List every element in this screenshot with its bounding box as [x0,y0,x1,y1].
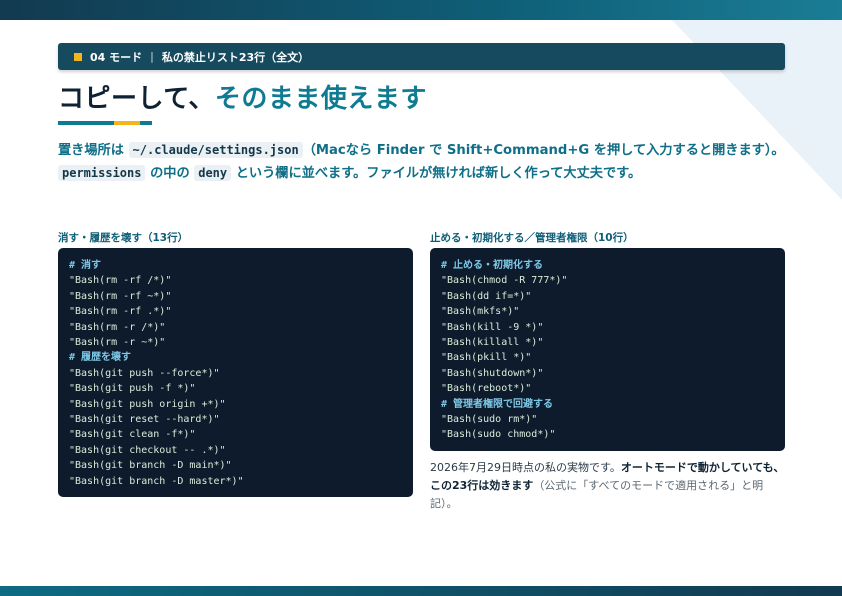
code-line: "Bash(rm -r /*)" [69,321,166,333]
title-underline [58,121,152,125]
code-line: "Bash(kill -9 *)" [441,321,544,333]
code-line: "Bash(sudo chmod*)" [441,429,556,441]
intro-text-2: （Macなら Finder で Shift+Command+G を押して入力する… [302,143,785,158]
section-number: 04 モード [90,50,143,64]
title-accent: そのまま使えます [214,84,427,114]
underline-segment-teal [58,121,114,125]
left-panel-label: 消す・履歴を壊す（13行） [58,232,189,244]
code-line: "Bash(git branch -D master*)" [69,475,244,487]
code-line: "Bash(git push -f *)" [69,383,196,395]
page-title: コピーして、そのまま使えます [58,78,427,115]
header-separator: | [150,50,154,63]
code-line: "Bash(rm -rf .*)" [69,306,172,318]
code-line: "Bash(reboot*)" [441,383,532,395]
left-code-panel: # 消す "Bash(rm -rf /*)" "Bash(rm -rf ~*)" "B… [58,248,413,497]
code-line: "Bash(chmod -R 777*)" [441,275,568,287]
code-line: "Bash(pkill *)" [441,352,532,364]
bottom-accent-bar [0,586,842,596]
intro-text-4: という欄に並べます。ファイルが無ければ新しく作って大丈夫です。 [231,166,642,181]
code-comment-line: # 管理者権限で回避する [441,398,554,410]
code-line: "Bash(git checkout -- .*)" [69,444,226,456]
settings-path-code: ~/.claude/settings.json [128,142,303,158]
intro-paragraph: 置き場所は ~/.claude/settings.json （Macなら Find… [58,139,788,185]
code-line: "Bash(git push --force*)" [69,367,220,379]
code-line: "Bash(shutdown*)" [441,367,544,379]
deny-code: deny [194,165,232,181]
note-text-1: 2026年7月29日時点の私の実物です。 [430,461,621,474]
code-line: "Bash(killall *)" [441,337,544,349]
right-panel-label: 止める・初期化する／管理者権限（10行） [430,232,634,244]
code-line: "Bash(git reset --hard*)" [69,414,220,426]
title-main: コピーして、 [58,84,215,114]
code-line: "Bash(rm -rf /*)" [69,275,172,287]
code-line: "Bash(mkfs*)" [441,306,520,318]
code-line: "Bash(git push origin +*)" [69,398,226,410]
code-comment-line: # 止める・初期化する [441,260,544,271]
underline-segment-yellow [114,121,140,125]
intro-text-3: の中の [145,166,195,181]
square-bullet-icon [74,52,82,61]
right-code-panel: # 止める・初期化する "Bash(chmod -R 777*)" "Bash(dd… [430,248,785,451]
code-line: "Bash(git branch -D main*)" [69,460,232,472]
section-subtitle: 私の禁止リスト23行（全文） [161,50,310,64]
code-line: "Bash(rm -rf ~*)" [69,290,172,302]
underline-segment-teal-end [140,121,152,125]
code-comment-line: # 履歴を壊す [69,352,132,364]
permissions-code: permissions [58,165,146,181]
top-accent-bar [0,0,842,20]
note-paragraph: 2026年7月29日時点の私の実物です。オートモードで動かしていても、この23行… [430,459,785,513]
intro-text-1: 置き場所は [58,143,129,158]
code-line: "Bash(dd if=*)" [441,290,532,302]
code-line: "Bash(sudo rm*)" [441,414,538,426]
code-comment-line: # 消す [69,260,102,271]
section-header-band: 04 モード | 私の禁止リスト23行（全文） [58,43,785,70]
code-line: "Bash(git clean -f*)" [69,429,196,441]
code-line: "Bash(rm -r ~*)" [69,337,166,349]
